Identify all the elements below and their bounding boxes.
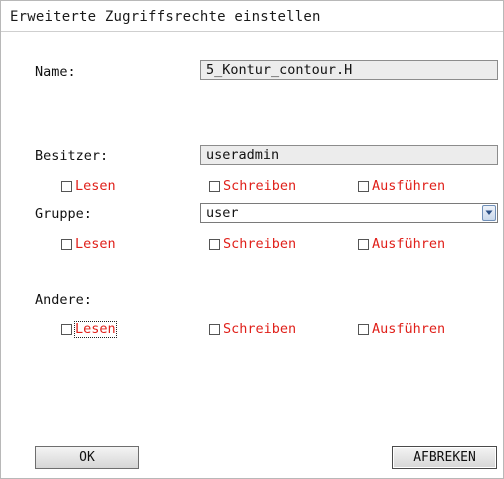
group-write-label: Schreiben bbox=[223, 235, 297, 252]
checkbox-box[interactable] bbox=[358, 180, 369, 192]
owner-execute-checkbox[interactable]: Ausführen bbox=[358, 178, 445, 194]
name-field: 5_Kontur_contour.H bbox=[200, 60, 498, 80]
others-read-label: Lesen bbox=[74, 320, 117, 338]
group-select-value: user bbox=[206, 205, 239, 221]
owner-write-checkbox[interactable]: Schreiben bbox=[209, 178, 296, 194]
group-read-checkbox[interactable]: Lesen bbox=[61, 236, 116, 252]
others-write-checkbox[interactable]: Schreiben bbox=[209, 321, 296, 337]
others-read-checkbox[interactable]: Lesen bbox=[61, 320, 117, 338]
dropdown-arrow-icon[interactable] bbox=[482, 205, 496, 221]
owner-execute-label: Ausführen bbox=[372, 177, 446, 194]
group-execute-checkbox[interactable]: Ausführen bbox=[358, 236, 445, 252]
checkbox-box[interactable] bbox=[358, 238, 369, 250]
owner-read-label: Lesen bbox=[75, 177, 116, 194]
group-read-label: Lesen bbox=[75, 235, 116, 252]
ok-button[interactable]: OK bbox=[35, 446, 139, 469]
owner-write-label: Schreiben bbox=[223, 177, 297, 194]
checkbox-box[interactable] bbox=[61, 180, 72, 192]
checkbox-box[interactable] bbox=[61, 323, 72, 335]
checkbox-box[interactable] bbox=[209, 180, 220, 192]
others-write-label: Schreiben bbox=[223, 320, 297, 337]
owner-read-checkbox[interactable]: Lesen bbox=[61, 178, 116, 194]
checkbox-box[interactable] bbox=[209, 323, 220, 335]
group-label: Gruppe: bbox=[35, 206, 92, 222]
group-execute-label: Ausführen bbox=[372, 235, 446, 252]
name-label: Name: bbox=[35, 64, 76, 80]
owner-label: Besitzer: bbox=[35, 148, 109, 164]
owner-field: useradmin bbox=[200, 145, 498, 165]
dialog-title: Erweiterte Zugriffsrechte einstellen bbox=[10, 9, 321, 25]
checkbox-box[interactable] bbox=[358, 323, 369, 335]
group-select[interactable]: user bbox=[200, 203, 498, 223]
others-execute-checkbox[interactable]: Ausführen bbox=[358, 321, 445, 337]
checkbox-box[interactable] bbox=[209, 238, 220, 250]
checkbox-box[interactable] bbox=[61, 238, 72, 250]
others-execute-label: Ausführen bbox=[372, 320, 446, 337]
cancel-button[interactable]: AFBREKEN bbox=[392, 446, 497, 469]
permissions-dialog: Erweiterte Zugriffsrechte einstellen Nam… bbox=[0, 0, 504, 479]
group-write-checkbox[interactable]: Schreiben bbox=[209, 236, 296, 252]
title-bar[interactable]: Erweiterte Zugriffsrechte einstellen bbox=[1, 1, 503, 32]
others-label: Andere: bbox=[35, 292, 92, 308]
